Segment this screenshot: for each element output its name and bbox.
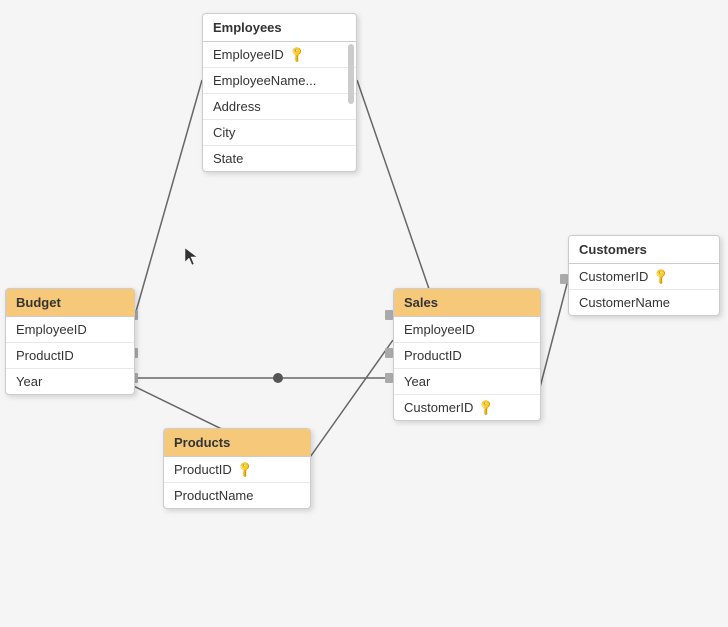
employees-employeename-row: EmployeeName... [203, 68, 356, 94]
employees-table[interactable]: Employees EmployeeID 🔑 EmployeeName... A… [202, 13, 357, 172]
sales-employeeid-row: EmployeeID [394, 317, 540, 343]
key-icon: 🔑 [287, 45, 306, 64]
products-productname-row: ProductName [164, 483, 310, 508]
products-productid-label: ProductID [174, 462, 232, 477]
customers-table[interactable]: Customers CustomerID 🔑 CustomerName [568, 235, 720, 316]
employees-city-row: City [203, 120, 356, 146]
sales-year-label: Year [404, 374, 430, 389]
sales-customerid-row: CustomerID 🔑 [394, 395, 540, 420]
sales-table[interactable]: Sales EmployeeID ProductID Year Customer… [393, 288, 541, 421]
customers-customername-label: CustomerName [579, 295, 670, 310]
sales-header: Sales [394, 289, 540, 317]
products-table[interactable]: Products ProductID 🔑 ProductName [163, 428, 311, 509]
customers-header: Customers [569, 236, 719, 264]
sales-employeeid-label: EmployeeID [404, 322, 475, 337]
customers-customername-row: CustomerName [569, 290, 719, 315]
budget-table[interactable]: Budget EmployeeID ProductID Year [5, 288, 135, 395]
sales-productid-row: ProductID [394, 343, 540, 369]
employees-address-label: Address [213, 99, 261, 114]
employees-employeeid-label: EmployeeID [213, 47, 284, 62]
employees-city-label: City [213, 125, 235, 140]
budget-productid-label: ProductID [16, 348, 74, 363]
budget-productid-row: ProductID [6, 343, 134, 369]
budget-year-row: Year [6, 369, 134, 394]
products-header: Products [164, 429, 310, 457]
employees-state-label: State [213, 151, 243, 166]
customers-customerid-label: CustomerID [579, 269, 648, 284]
key-icon-products: 🔑 [235, 460, 254, 479]
employees-address-row: Address [203, 94, 356, 120]
cursor [185, 248, 197, 264]
employees-employeename-label: EmployeeName... [213, 73, 316, 88]
key-icon-sales: 🔑 [477, 398, 496, 417]
diagram-canvas: Employees EmployeeID 🔑 EmployeeName... A… [0, 0, 728, 627]
budget-employeeid-label: EmployeeID [16, 322, 87, 337]
customers-customerid-row: CustomerID 🔑 [569, 264, 719, 290]
products-productname-label: ProductName [174, 488, 253, 503]
sales-customerid-label: CustomerID [404, 400, 473, 415]
budget-employeeid-row: EmployeeID [6, 317, 134, 343]
employees-state-row: State [203, 146, 356, 171]
budget-year-label: Year [16, 374, 42, 389]
products-productid-row: ProductID 🔑 [164, 457, 310, 483]
employees-employeeid-row: EmployeeID 🔑 [203, 42, 356, 68]
sales-productid-label: ProductID [404, 348, 462, 363]
employees-header: Employees [203, 14, 356, 42]
key-icon-customers: 🔑 [652, 267, 671, 286]
sales-year-row: Year [394, 369, 540, 395]
budget-header: Budget [6, 289, 134, 317]
